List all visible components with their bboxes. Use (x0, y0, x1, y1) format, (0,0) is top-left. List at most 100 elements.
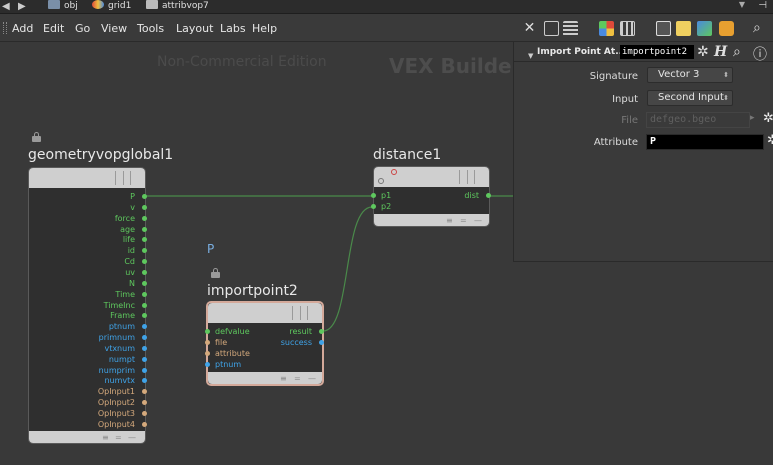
node-title-distance[interactable]: distance1 (373, 147, 441, 163)
output-port-label: OpInput3 (97, 409, 135, 418)
node-title-global[interactable]: geometryvopglobal1 (28, 147, 173, 163)
output-port-dot[interactable] (142, 204, 147, 210)
file-browse-icon[interactable]: ▸ (750, 113, 755, 123)
output-port-label: TimeInc (103, 300, 135, 310)
node-footer: ≡ = — (29, 431, 145, 443)
menu-layout[interactable]: Layout (176, 22, 213, 35)
output-port-label: force (114, 213, 135, 223)
badge-icon[interactable] (719, 21, 734, 36)
info-icon[interactable] (391, 169, 397, 175)
file-field[interactable]: defgeo.bgeo (646, 112, 750, 128)
tree-view-icon[interactable] (544, 21, 559, 36)
tools-icon[interactable]: ✕ (522, 21, 537, 36)
output-port-dot[interactable] (142, 194, 147, 199)
output-port-dot[interactable] (142, 280, 147, 286)
sticky-note-icon[interactable] (676, 21, 691, 36)
input-port-label: attribute (215, 349, 250, 358)
menu-go[interactable]: Go (75, 22, 90, 35)
menu-arrows-icon: ⬍ (723, 71, 729, 79)
node-name-field[interactable]: importpoint2 (620, 45, 694, 59)
output-port-dot[interactable] (142, 356, 147, 362)
image-icon[interactable] (697, 21, 712, 36)
output-port-label: P (130, 192, 135, 201)
toolbar-grip[interactable] (3, 22, 7, 34)
output-port-dot[interactable] (142, 226, 147, 232)
node-header[interactable] (208, 303, 322, 323)
output-port-label: age (120, 224, 135, 234)
path-crumb-obj[interactable]: obj (48, 0, 78, 13)
output-port-dot[interactable] (142, 302, 147, 308)
color-palette-icon[interactable] (599, 21, 614, 36)
menu-labs[interactable]: Labs (220, 22, 246, 35)
menu-add[interactable]: Add (12, 22, 33, 35)
output-port-label: success (280, 338, 312, 347)
parameter-marker: P (207, 242, 215, 256)
node-importpoint2[interactable]: ≡ = — defvalue file attribute ptnum result succ… (205, 301, 324, 386)
forward-arrow-icon[interactable]: ▶ (18, 1, 26, 12)
output-port-dot[interactable] (142, 215, 147, 221)
input-port-dot[interactable] (205, 340, 210, 345)
path-crumb-vop[interactable]: attribvop7 (146, 0, 209, 13)
list-view-icon[interactable] (563, 21, 578, 36)
gear-icon[interactable]: ✲ (763, 111, 773, 126)
output-port-dot[interactable] (142, 269, 147, 275)
gear-icon[interactable]: ✲ (767, 133, 773, 148)
attribute-field[interactable]: P (646, 134, 764, 150)
menu-tools[interactable]: Tools (137, 22, 164, 35)
menu-view[interactable]: View (101, 22, 127, 35)
output-port-label: vtxnum (104, 343, 135, 353)
output-port-label: uv (125, 267, 135, 277)
output-port-label: primnum (98, 333, 135, 343)
output-port-label: id (127, 246, 135, 256)
node-footer: ≡ = — (208, 372, 322, 384)
output-port-label: life (122, 235, 135, 245)
search-icon[interactable]: ⌕ (753, 21, 768, 36)
output-port-dot[interactable] (319, 329, 324, 334)
gear-icon[interactable]: ✲ (697, 44, 709, 60)
node-title-importpoint[interactable]: importpoint2 (207, 283, 298, 299)
menu-arrows-icon: ⬍ (723, 94, 729, 102)
output-port-dot[interactable] (142, 345, 147, 351)
path-dropdown-icon[interactable]: ▼ (739, 0, 745, 9)
attribute-label: Attribute (593, 137, 638, 148)
network-box-icon[interactable] (656, 21, 671, 36)
input-port-label: file (215, 338, 228, 347)
output-port-label: numvtx (104, 376, 135, 386)
collapse-arrow-icon[interactable]: ▼ (528, 52, 533, 60)
output-port-dot[interactable] (142, 367, 147, 373)
input-port-dot[interactable] (371, 193, 376, 198)
search-icon[interactable]: ⌕ (733, 44, 741, 60)
menu-help[interactable]: Help (252, 22, 277, 35)
signature-menu[interactable]: Vector 3 ⬍ (647, 67, 733, 83)
lock-icon[interactable] (211, 268, 220, 278)
lock-icon[interactable] (32, 132, 41, 142)
path-crumb-grid[interactable]: grid1 (92, 0, 131, 13)
node-geometryvopglobal1[interactable]: ≡ = — Pv force age life id Cd uv N Time TimeInc Fram… (28, 167, 147, 444)
output-port-dot[interactable] (142, 291, 147, 297)
output-port-label: Time (115, 289, 135, 299)
input-port-dot[interactable] (205, 351, 210, 356)
grid-view-icon[interactable] (620, 21, 635, 36)
vop-icon (146, 0, 158, 9)
output-port-label: v (130, 202, 135, 212)
menu-edit[interactable]: Edit (43, 22, 64, 35)
flag-icon[interactable] (378, 178, 384, 184)
info-icon[interactable]: ⓘ (753, 44, 767, 64)
output-port-dot[interactable] (142, 421, 147, 427)
input-menu[interactable]: Second Input ⬍ (647, 90, 733, 106)
input-port-dot[interactable] (205, 329, 210, 334)
input-port-label: p1 (381, 191, 392, 200)
output-port-dot[interactable] (486, 193, 491, 198)
input-port-dot[interactable] (205, 362, 210, 367)
input-port-dot[interactable] (371, 204, 376, 209)
help-h-icon[interactable]: H (714, 44, 727, 60)
output-port-dot[interactable] (319, 340, 324, 345)
output-port-label: OpInput2 (97, 398, 135, 408)
node-distance1[interactable]: ≡ = — p1 p2 dist (371, 166, 491, 227)
input-port-label: p2 (381, 202, 392, 211)
output-port-dot[interactable] (142, 411, 147, 416)
back-arrow-icon[interactable]: ◀ (2, 1, 10, 12)
network-menu-bar: Add Edit Go View Tools Layout Labs Help … (0, 14, 773, 42)
node-header[interactable] (29, 168, 145, 188)
pin-icon[interactable]: ⊣ (758, 0, 767, 11)
